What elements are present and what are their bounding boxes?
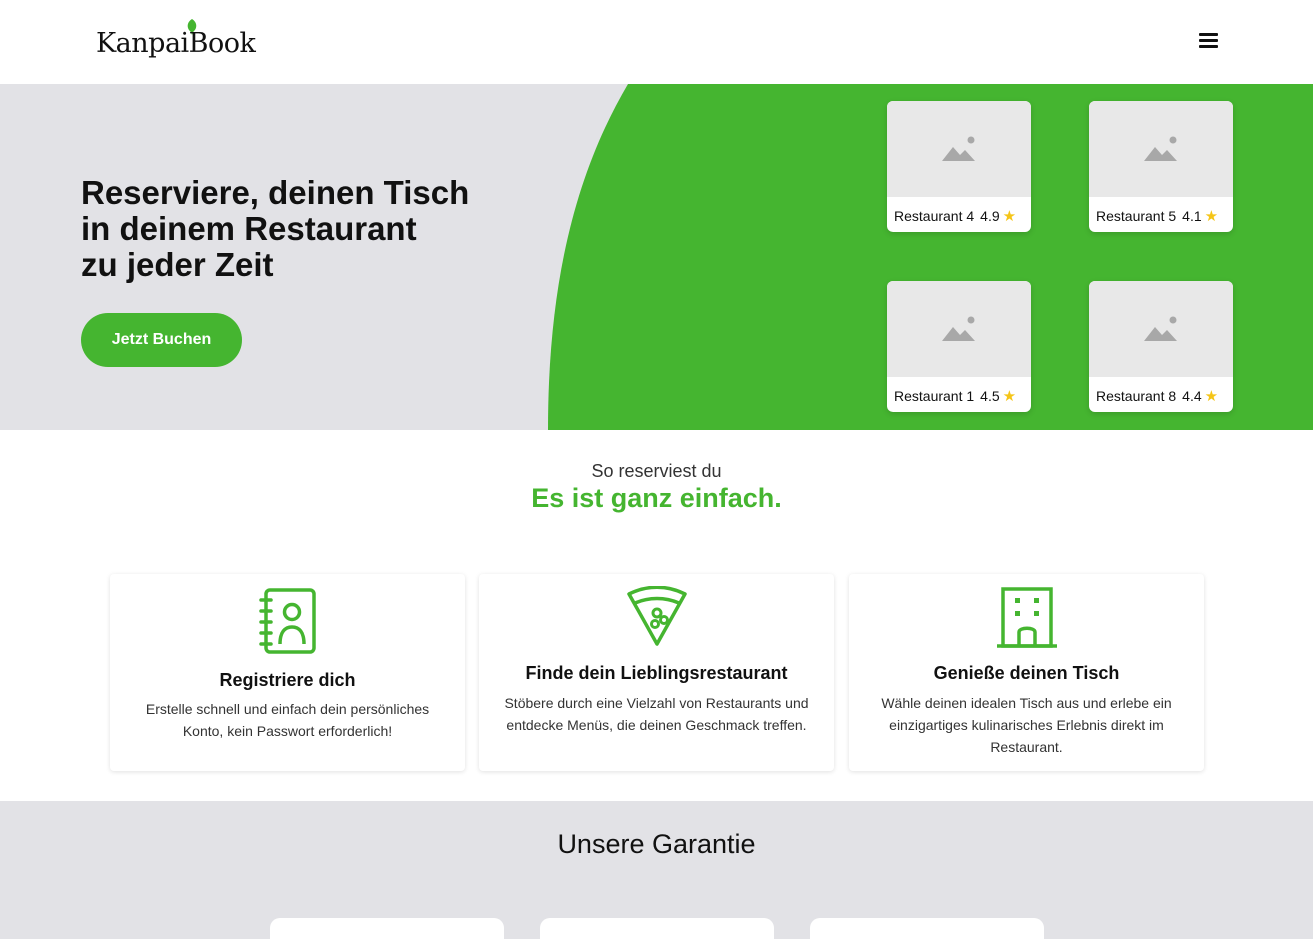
restaurant-card[interactable]: Restaurant 5 4.1 ★ [1089,101,1233,232]
step-card-enjoy: Genieße deinen Tisch Wähle deinen ideale… [849,574,1204,771]
section-subtitle: So reserviest du [591,461,722,481]
step-title: Finde dein Lieblingsrestaurant [525,663,788,683]
guarantee-section: Unsere Garantie [0,801,1313,939]
guarantee-card [810,918,1044,939]
site-header: KanpaiBook [0,0,1313,84]
image-placeholder-icon [1089,101,1233,197]
hero-title-line: zu jeder Zeit [81,246,274,283]
star-icon: ★ [1002,208,1017,225]
step-card-find: Finde dein Lieblingsrestaurant Stöbere d… [479,574,834,771]
hero-title-line: Reserviere, deinen Tisch [81,174,470,211]
step-title: Registriere dich [219,670,356,690]
restaurant-name: Restaurant 8 [1096,388,1177,404]
book-now-button[interactable]: Jetzt Buchen [81,313,242,367]
hero-title-line: in deinem Restaurant [81,210,417,247]
step-card-register: Registriere dich Erstelle schnell und ei… [110,574,465,771]
restaurant-name: Restaurant 1 [894,388,975,404]
hero-section: Reserviere, deinen Tisch in deinem Resta… [0,84,1313,430]
restaurant-card[interactable]: Restaurant 1 4.5 ★ [887,281,1031,412]
hamburger-menu-icon[interactable] [1198,30,1220,52]
restaurant-rating: 4.9 [980,208,1000,224]
star-icon: ★ [1204,388,1219,405]
restaurant-rating: 4.4 [1182,388,1202,404]
image-placeholder-icon [887,281,1031,377]
star-icon: ★ [1204,208,1219,225]
guarantee-card [540,918,774,939]
step-text: Stöbere durch eine Vielzahl von Restaura… [504,695,809,733]
guarantee-title: Unsere Garantie [557,829,756,859]
image-placeholder-icon [1089,281,1233,377]
section-title: Es ist ganz einfach. [531,483,782,513]
restaurant-card[interactable]: Restaurant 8 4.4 ★ [1089,281,1233,412]
guarantee-card [270,918,504,939]
pizza-slice-icon [626,586,687,646]
hero-title: Reserviere, deinen Tisch in deinem Resta… [81,175,469,283]
contact-book-icon [258,588,316,654]
restaurant-card[interactable]: Restaurant 4 4.9 ★ [887,101,1031,232]
star-icon: ★ [1002,388,1017,405]
step-title: Genieße deinen Tisch [933,663,1120,683]
step-text: Wähle deinen idealen Tisch aus und erleb… [881,695,1172,755]
restaurant-rating: 4.5 [980,388,1000,404]
image-placeholder-icon [887,101,1031,197]
building-icon [996,587,1057,648]
logo-text: KanpaiBook [96,28,256,59]
restaurant-name: Restaurant 4 [894,208,975,224]
step-text: Erstelle schnell und einfach dein persön… [145,701,430,739]
restaurant-name: Restaurant 5 [1096,208,1177,224]
restaurant-rating: 4.1 [1182,208,1202,224]
